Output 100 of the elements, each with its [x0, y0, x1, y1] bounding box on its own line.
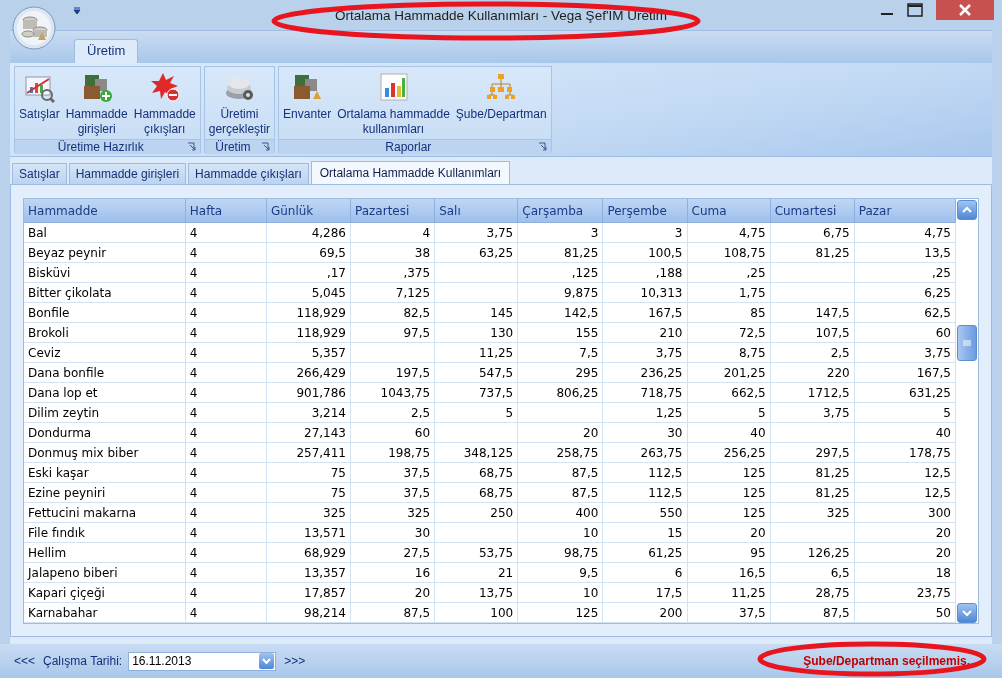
table-cell: 11,25: [478, 345, 514, 360]
table-cell: 4: [189, 265, 198, 280]
table-cell: 68,75: [478, 485, 514, 500]
table-cell: 60: [414, 425, 431, 440]
table-cell: 4: [189, 545, 198, 560]
status-message: Şube/Departman seçilmemiş.: [803, 654, 970, 668]
table-cell: 97,5: [403, 325, 431, 340]
table-cell: 40: [935, 425, 951, 440]
table-cell: 130: [490, 325, 514, 340]
table-cell: ,125: [571, 265, 599, 280]
dialog-launcher-icon[interactable]: [186, 142, 197, 152]
ribbon-button[interactable]: Envanter: [281, 69, 334, 124]
ribbon-tab[interactable]: Üretim: [74, 39, 139, 63]
table-cell: 3,214: [311, 405, 346, 420]
table-cell: 68,75: [478, 465, 514, 480]
table-cell: 263,75: [640, 445, 683, 460]
table-cell: 37,5: [403, 485, 431, 500]
table-cell: 4: [189, 305, 198, 320]
table-cell: 112,5: [648, 485, 683, 500]
table-cell: 17,857: [304, 585, 346, 600]
table-cell: 297,5: [815, 445, 850, 460]
column-header[interactable]: Salı: [434, 199, 518, 223]
table-cell: 4: [189, 605, 198, 620]
table-cell: 5,357: [311, 345, 346, 360]
document-tab[interactable]: Hammadde çıkışları: [188, 163, 309, 184]
table-cell: 13,571: [304, 525, 346, 540]
column-header[interactable]: Pazartesi: [350, 199, 435, 223]
table-cell: Dana bonfile: [28, 365, 105, 380]
dialog-launcher-icon[interactable]: [537, 142, 548, 152]
scroll-thumb[interactable]: [957, 325, 977, 361]
table-cell: 3,75: [924, 345, 951, 360]
column-header[interactable]: Günlük: [266, 199, 351, 223]
date-dropdown[interactable]: 16.11.2013: [128, 651, 277, 671]
table-cell: 20: [750, 525, 766, 540]
close-button[interactable]: [936, 0, 994, 20]
column-header[interactable]: Perşembe: [602, 199, 687, 223]
table-cell: 6: [674, 565, 683, 580]
table-cell: 295: [575, 365, 599, 380]
table-cell: 60: [935, 325, 951, 340]
table-cell: 30: [667, 425, 683, 440]
table-cell: 6,5: [830, 565, 850, 580]
table-cell: 10: [583, 585, 599, 600]
table-cell: 662,5: [731, 385, 766, 400]
group-title: Üretim: [214, 140, 252, 154]
table-cell: 81,25: [564, 245, 599, 260]
table-cell: 4: [189, 465, 198, 480]
table-cell: 348,125: [463, 445, 514, 460]
column-header[interactable]: Pazar: [854, 199, 956, 223]
document-tab[interactable]: Ortalama Hammadde Kullanımları: [310, 161, 511, 184]
table-cell: 4: [189, 365, 198, 380]
table-cell: 40: [750, 425, 766, 440]
table-cell: ,375: [403, 265, 431, 280]
column-header[interactable]: Cumartesi: [770, 199, 855, 223]
table-cell: 178,75: [909, 445, 951, 460]
table-cell: 4: [189, 385, 198, 400]
document-tab[interactable]: Hammadde girişleri: [68, 163, 187, 184]
table-cell: 4: [189, 505, 198, 520]
ribbon-button[interactable]: Satışlar: [17, 69, 62, 124]
previous-link[interactable]: <<<: [12, 654, 38, 668]
column-header[interactable]: Çarşamba: [517, 199, 603, 223]
table-cell: 236,25: [640, 365, 683, 380]
scroll-down-button[interactable]: [957, 603, 977, 623]
close-icon: [959, 4, 971, 16]
table-cell: 4,286: [311, 225, 346, 240]
table-cell: Bal: [28, 225, 47, 240]
table-cell: 126,25: [807, 545, 850, 560]
table-cell: 400: [575, 505, 599, 520]
table-cell: 69,5: [319, 245, 346, 260]
table-cell: Dondurma: [28, 425, 92, 440]
table-cell: 125: [575, 605, 599, 620]
table-cell: 155: [575, 325, 599, 340]
column-header[interactable]: Hafta: [185, 199, 267, 223]
scroll-up-button[interactable]: [957, 200, 977, 220]
dialog-launcher-icon[interactable]: [261, 142, 272, 152]
column-header[interactable]: Hammadde: [24, 199, 186, 223]
table-cell: 30: [414, 525, 431, 540]
scrollbar[interactable]: [956, 199, 978, 623]
ribbon-button[interactable]: Şube/Departman: [453, 69, 549, 124]
table-cell: 37,5: [738, 605, 766, 620]
ribbon-icon: [377, 71, 410, 103]
table-cell: 4,75: [738, 225, 766, 240]
table-cell: 10: [583, 525, 599, 540]
ribbon-button[interactable]: Hammadde çıkışları: [131, 69, 198, 139]
table-cell: 325: [323, 505, 346, 520]
group-title: Raporlar: [384, 140, 433, 154]
ribbon-button[interactable]: Üretimi gerçekleştir: [206, 69, 273, 139]
table-cell: 4: [189, 285, 198, 300]
document-tab[interactable]: Satışlar: [12, 163, 67, 184]
table-cell: 107,5: [815, 325, 850, 340]
dropdown-arrow-icon[interactable]: [72, 6, 82, 16]
table-cell: 197,5: [395, 365, 431, 380]
table-cell: 81,25: [815, 465, 850, 480]
table-cell: 4: [189, 225, 198, 240]
next-link[interactable]: >>>: [282, 654, 308, 668]
table-cell: Brokoli: [28, 325, 69, 340]
ribbon-button[interactable]: Hammadde girişleri: [63, 69, 130, 139]
column-header[interactable]: Cuma: [687, 199, 771, 223]
table-cell: 737,5: [478, 385, 514, 400]
table-cell: 4: [189, 405, 198, 420]
ribbon-button[interactable]: Ortalama hammadde kullanımları: [335, 69, 452, 139]
